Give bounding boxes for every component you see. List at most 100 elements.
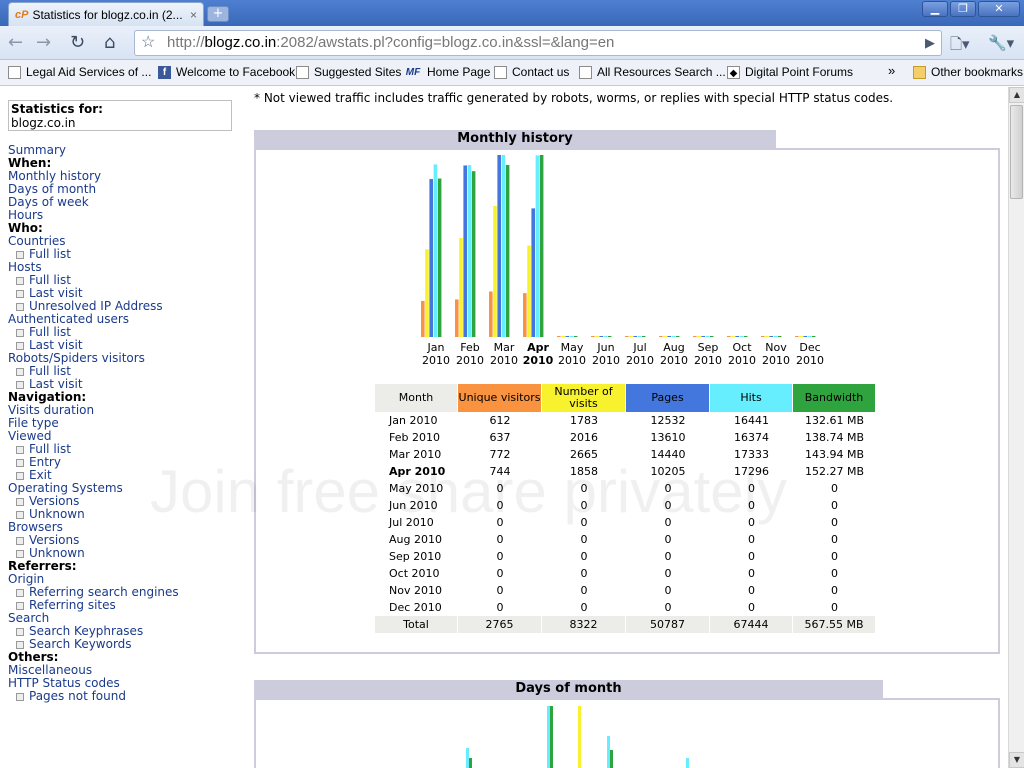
- bar-number-of-visits-dec: [799, 336, 803, 337]
- nav-link[interactable]: Visits duration: [8, 403, 94, 417]
- bookmark-item[interactable]: All Resources Search ...: [579, 65, 726, 79]
- nav-link[interactable]: Hosts: [8, 260, 42, 274]
- bookmark-label: Home Page: [427, 65, 491, 79]
- table-cell: 0: [831, 499, 838, 512]
- page-menu-icon[interactable]: 🗋▾: [950, 34, 970, 59]
- bookmark-item[interactable]: f Welcome to Facebook: [158, 65, 295, 79]
- bar-pages-nov: [769, 336, 773, 337]
- nav-link[interactable]: Summary: [8, 143, 66, 157]
- nav-link[interactable]: Full list: [29, 364, 71, 378]
- expand-icon: [16, 380, 24, 389]
- nav-link[interactable]: Unknown: [29, 507, 85, 521]
- bookmark-label: Digital Point Forums: [745, 65, 854, 79]
- nav-link[interactable]: Last visit: [29, 338, 83, 352]
- nav-link[interactable]: Search Keywords: [29, 637, 132, 651]
- bookmark-item[interactable]: MF Home Page: [404, 65, 491, 79]
- nav-link[interactable]: Referring sites: [29, 598, 116, 612]
- table-cell: 0: [664, 567, 672, 580]
- nav-item-pages-not-found[interactable]: Pages not found: [8, 690, 179, 703]
- bar-pages-jan: [429, 179, 433, 337]
- bookmarks-overflow-icon[interactable]: »: [888, 63, 895, 78]
- wrench-icon[interactable]: 🔧▾: [988, 34, 1014, 52]
- month-label: May 2010: [558, 341, 586, 367]
- bookmark-item[interactable]: Suggested Sites: [296, 65, 401, 79]
- nav-link[interactable]: Origin: [8, 572, 44, 586]
- dom-bar: [610, 750, 613, 768]
- nav-link[interactable]: Full list: [29, 325, 71, 339]
- minimize-icon[interactable]: ▁: [922, 1, 948, 17]
- window-close-icon[interactable]: ✕: [978, 1, 1020, 17]
- month-label: Mar 2010: [490, 341, 518, 367]
- nav-link[interactable]: File type: [8, 416, 59, 430]
- header-hits: Hits: [710, 384, 793, 412]
- nav-link[interactable]: Last visit: [29, 286, 83, 300]
- nav-link[interactable]: Miscellaneous: [8, 663, 92, 677]
- nav-link[interactable]: Versions: [29, 533, 79, 547]
- browser-tab[interactable]: cP Statistics for blogz.co.in (2... ×: [8, 2, 204, 26]
- table-cell: 0: [831, 482, 838, 495]
- bar-bandwidth-jan: [437, 178, 442, 337]
- table-cell: 16441: [734, 414, 769, 427]
- nav-link[interactable]: Operating Systems: [8, 481, 123, 495]
- reload-icon[interactable]: ↻: [70, 34, 85, 52]
- expand-icon: [16, 458, 24, 467]
- bookmark-label: Legal Aid Services of ...: [26, 65, 152, 79]
- nav-link[interactable]: Pages not found: [29, 689, 126, 703]
- nav-link[interactable]: Versions: [29, 494, 79, 508]
- table-cell: 0: [496, 533, 504, 546]
- bookmark-star-icon[interactable]: ☆: [141, 31, 155, 55]
- folder-icon: [913, 65, 926, 79]
- nav-link[interactable]: HTTP Status codes: [8, 676, 120, 690]
- nav-link[interactable]: Referring search engines: [29, 585, 179, 599]
- back-icon[interactable]: ←: [8, 34, 23, 52]
- bar-pages-may: [565, 336, 569, 337]
- nav-link[interactable]: Unknown: [29, 546, 85, 560]
- traffic-notice: * Not viewed traffic includes traffic ge…: [254, 91, 894, 105]
- expand-icon: [16, 328, 24, 337]
- header-bandwidth: Bandwidth: [793, 384, 876, 412]
- nav-link[interactable]: Full list: [29, 273, 71, 287]
- nav-link[interactable]: Countries: [8, 234, 66, 248]
- nav-link[interactable]: Unresolved IP Address: [29, 299, 163, 313]
- home-icon[interactable]: ⌂: [104, 34, 115, 52]
- scroll-up-icon[interactable]: ▲: [1009, 87, 1024, 103]
- nav-link[interactable]: Last visit: [29, 377, 83, 391]
- url-text[interactable]: http://blogz.co.in:2082/awstats.pl?confi…: [167, 31, 614, 55]
- nav-link[interactable]: Search: [8, 611, 49, 625]
- nav-link[interactable]: Hours: [8, 208, 43, 222]
- bookmark-item[interactable]: Legal Aid Services of ...: [8, 65, 151, 79]
- scroll-down-icon[interactable]: ▼: [1009, 752, 1024, 768]
- nav-link[interactable]: Viewed: [8, 429, 51, 443]
- other-bookmarks[interactable]: Other bookmarks: [913, 65, 1023, 79]
- nav-link[interactable]: Exit: [29, 468, 52, 482]
- go-icon[interactable]: ▶: [925, 31, 935, 55]
- nav-link[interactable]: Search Keyphrases: [29, 624, 143, 638]
- bar-bandwidth-jun: [607, 336, 612, 337]
- nav-link[interactable]: Monthly history: [8, 169, 101, 183]
- table-cell: 0: [580, 601, 588, 614]
- table-cell: 0: [748, 584, 755, 597]
- scroll-thumb[interactable]: [1010, 105, 1023, 199]
- new-tab-button[interactable]: +: [207, 6, 229, 22]
- nav-link[interactable]: Entry: [29, 455, 61, 469]
- bar-hits-jan: [433, 164, 438, 337]
- bookmark-item[interactable]: Contact us: [494, 65, 569, 79]
- bar-pages-aug: [667, 336, 671, 337]
- facebook-icon: f: [158, 65, 171, 79]
- nav-link[interactable]: Authenticated users: [8, 312, 129, 326]
- nav-link[interactable]: Full list: [29, 247, 71, 261]
- maximize-icon[interactable]: ❐: [950, 1, 976, 17]
- expand-icon: [16, 510, 24, 519]
- page-icon: [8, 65, 21, 79]
- nav-link[interactable]: Days of month: [8, 182, 96, 196]
- nav-link[interactable]: Browsers: [8, 520, 63, 534]
- vertical-scrollbar[interactable]: ▲ ▼: [1008, 87, 1024, 768]
- nav-link[interactable]: Robots/Spiders visitors: [8, 351, 145, 365]
- photobucket-watermark: Join free share privately: [150, 458, 787, 525]
- bookmark-item[interactable]: ◆ Digital Point Forums: [727, 65, 853, 79]
- address-bar[interactable]: ☆ http://blogz.co.in:2082/awstats.pl?con…: [134, 30, 942, 56]
- nav-link[interactable]: Full list: [29, 442, 71, 456]
- close-tab-icon[interactable]: ×: [190, 8, 197, 22]
- forward-icon[interactable]: →: [36, 34, 51, 52]
- nav-link[interactable]: Days of week: [8, 195, 89, 209]
